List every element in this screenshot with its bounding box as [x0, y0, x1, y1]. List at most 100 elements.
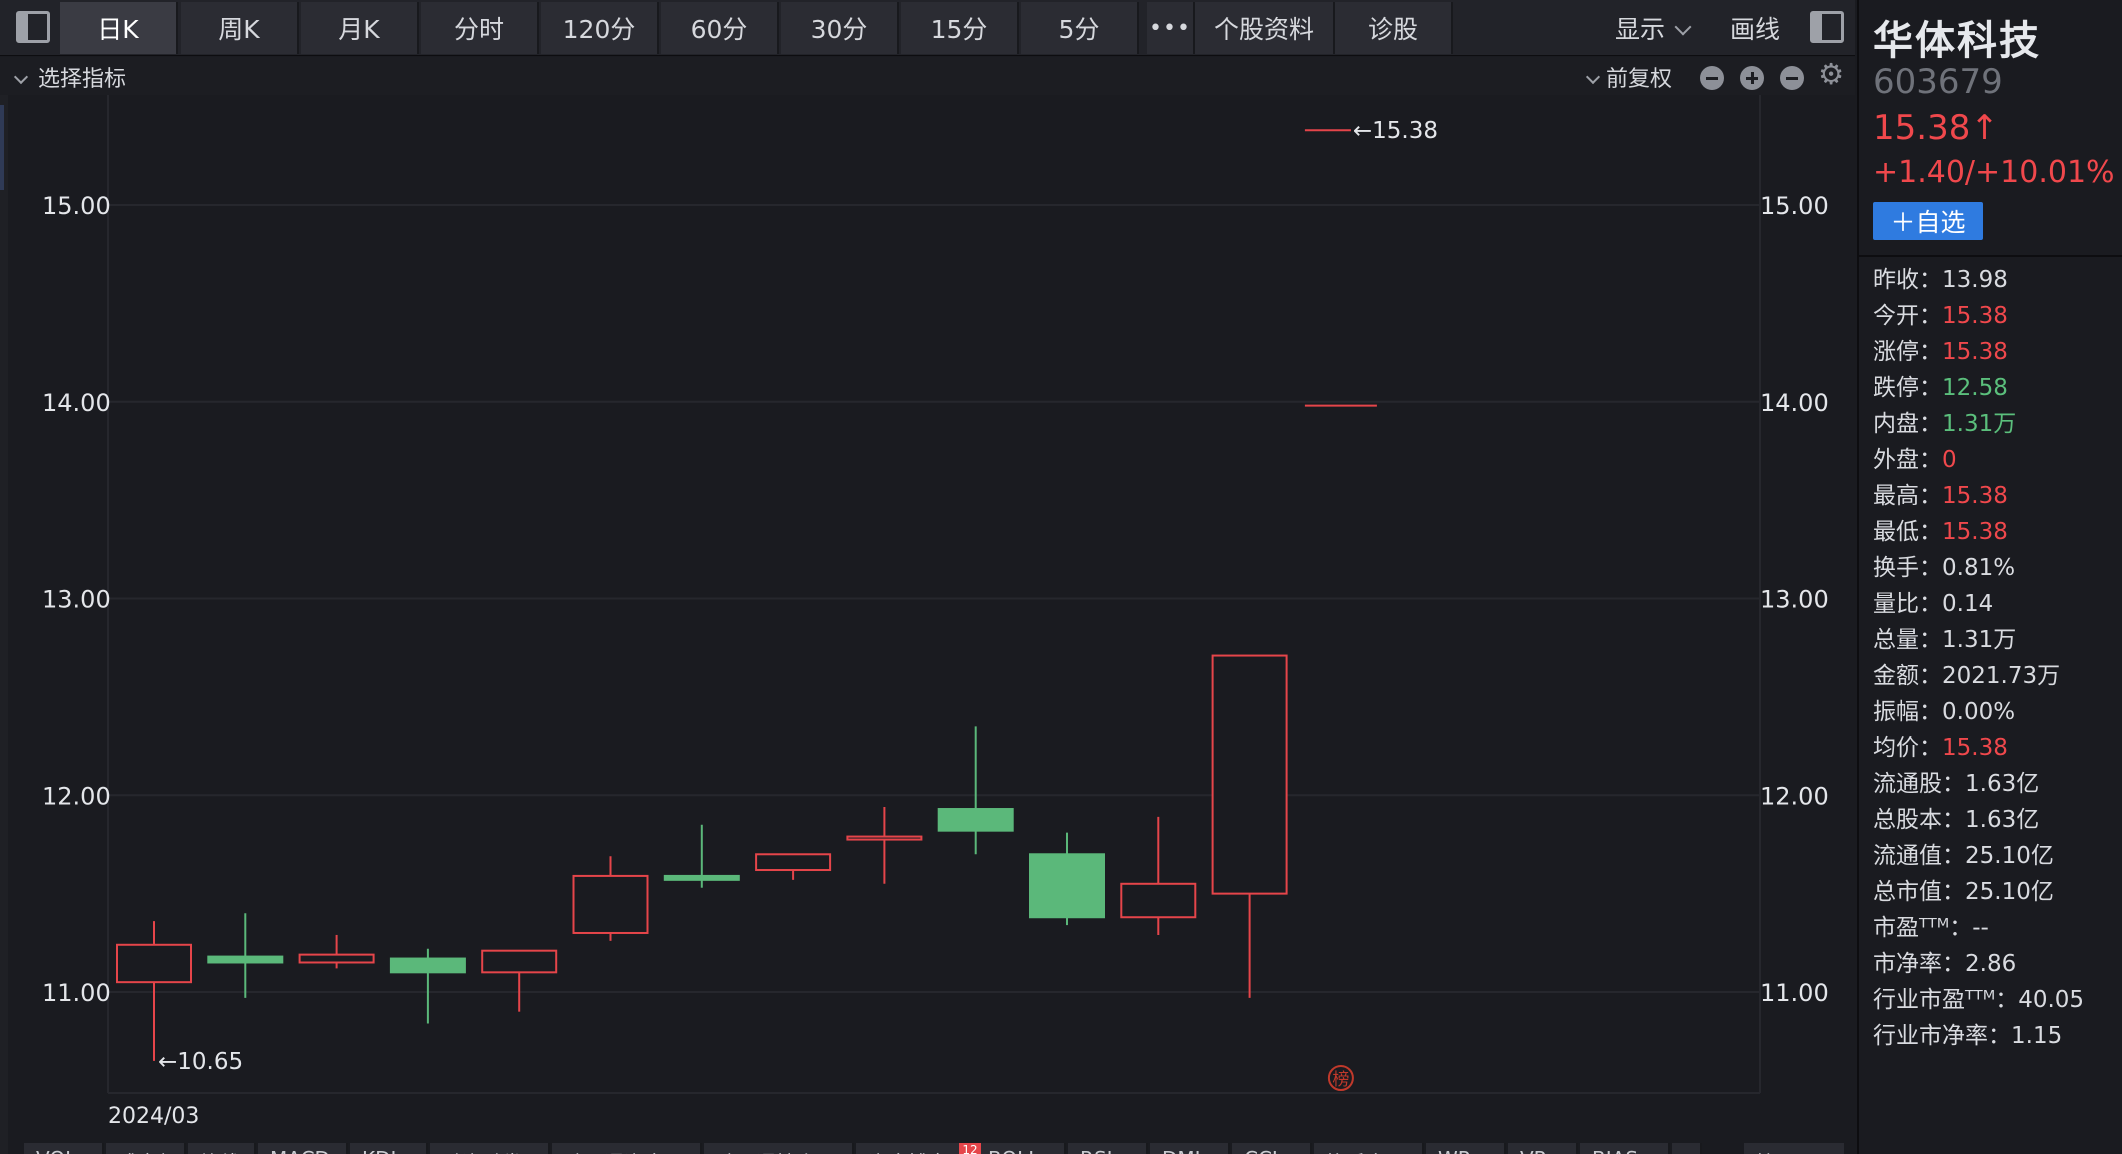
indicator-tab[interactable]: BOLL [976, 1143, 1066, 1154]
quote-label: 流通股： [1873, 771, 1965, 797]
indicator-tab[interactable] [1672, 1143, 1702, 1154]
display-menu[interactable]: 显示 [1615, 10, 1692, 46]
indicator-tab[interactable]: 陆股通持仓 [704, 1143, 854, 1154]
indicator-tab[interactable]: VR [1508, 1143, 1578, 1154]
quote-value: 1.31万 [1942, 627, 2017, 653]
indicator-tab[interactable]: 换手率 [1314, 1143, 1424, 1154]
quote-row: 最低：15.38 [1873, 514, 2122, 550]
quote-row: 最高：15.38 [1873, 478, 2122, 514]
indicator-tab[interactable]: RSI [1068, 1143, 1148, 1154]
stock-change: +1.40/+10.01% [1873, 155, 2115, 190]
indicator-tab[interactable]: 均线 [188, 1143, 256, 1154]
candle-body[interactable] [1120, 882, 1197, 919]
quote-value: 2021.73万 [1942, 663, 2061, 689]
indicator-tab[interactable]: 管理 [1744, 1143, 1844, 1154]
quote-label: 市盈ᵀᵀᴹ： [1873, 915, 1973, 941]
quote-label: 内盘： [1873, 411, 1942, 437]
quote-label: 外盘： [1873, 447, 1942, 473]
stock-profile-button[interactable]: 个股资料 [1195, 2, 1335, 54]
indicator-tab[interactable]: CCI [1232, 1143, 1312, 1154]
indicator-tab[interactable]: MACD [258, 1143, 348, 1154]
candlestick-chart[interactable]: 15.00 15.00 14.00 14.00 13.00 13.00 12.00 12.00… [0, 95, 1855, 1140]
quote-value: 0.00% [1942, 699, 2016, 725]
quote-row: 量比：0.14 [1873, 586, 2122, 622]
candle-body[interactable] [1211, 654, 1288, 895]
diagnose-button[interactable]: 诊股 [1335, 2, 1453, 54]
indicator-tab[interactable]: 资金博弈 [856, 1143, 974, 1154]
quote-value: 25.10亿 [1965, 843, 2054, 869]
indicator-tab[interactable]: BIAS [1580, 1143, 1670, 1154]
candle-body[interactable] [937, 808, 1014, 832]
y-tick-label-right: 15.00 [1760, 192, 1829, 220]
indicator-tab[interactable]: WR [1426, 1143, 1506, 1154]
y-tick-label-right: 14.00 [1760, 389, 1829, 417]
quote-label: 最低： [1873, 519, 1942, 545]
period-tab[interactable]: 分时 [421, 2, 539, 54]
period-tab[interactable]: 月K [301, 2, 419, 54]
candle-body[interactable] [755, 853, 832, 872]
candle-body[interactable] [389, 957, 466, 974]
quote-label: 涨停： [1873, 339, 1942, 365]
quote-value: -- [1972, 915, 1989, 941]
quote-value: 15.38 [1942, 339, 2008, 365]
gear-icon[interactable]: ⚙ [1818, 60, 1844, 89]
chart-background [8, 95, 1855, 1140]
indicator-bar: 选择指标 前复权 [0, 57, 1855, 95]
quote-row: 市净率：2.86 [1873, 946, 2122, 982]
quote-value: 25.10亿 [1965, 879, 2054, 905]
quote-label: 均价： [1873, 735, 1942, 761]
left-panel-toggle-icon[interactable] [16, 11, 50, 43]
candle-body[interactable] [207, 955, 284, 964]
candle-body[interactable] [663, 874, 740, 881]
quote-value: 15.38 [1942, 519, 2008, 545]
quote-value: 1.63亿 [1965, 771, 2040, 797]
quote-label: 最高： [1873, 483, 1942, 509]
more-periods-button[interactable]: ••• [1147, 2, 1195, 54]
zoom-out-icon[interactable] [1700, 66, 1724, 90]
candle-body[interactable] [846, 835, 923, 841]
period-tab[interactable]: 120分 [541, 2, 659, 54]
candle-body[interactable] [572, 874, 649, 934]
collapse-icon[interactable] [1780, 66, 1804, 90]
period-tab[interactable]: 5分 [1021, 2, 1139, 54]
quote-value: 0 [1942, 447, 1957, 473]
quote-value: 1.63亿 [1965, 807, 2040, 833]
quote-value: 0.81% [1942, 555, 2016, 581]
chevron-down-icon [1585, 69, 1601, 85]
quote-row: 金额：2021.73万 [1873, 658, 2122, 694]
quote-row: 均价：15.38 [1873, 730, 2122, 766]
period-tab[interactable]: 日K [60, 2, 178, 54]
quote-value: 15.38 [1942, 735, 2008, 761]
draw-line-button[interactable]: 画线 [1730, 10, 1780, 46]
candle-body[interactable] [481, 949, 558, 974]
quote-row: 行业市净率：1.15 [1873, 1018, 2122, 1054]
right-panel-toggle-icon[interactable] [1810, 11, 1844, 43]
quote-value: 13.98 [1942, 267, 2008, 293]
period-tab[interactable]: 30分 [781, 2, 899, 54]
quote-label: 总股本： [1873, 807, 1965, 833]
ranking-badge-label: 榜 [1332, 1070, 1349, 1090]
indicator-tab[interactable]: DMI [1150, 1143, 1230, 1154]
indicator-tab[interactable]: KDJ [350, 1143, 428, 1154]
period-tab[interactable]: 周K [181, 2, 299, 54]
period-tab[interactable]: 15分 [901, 2, 1019, 54]
indicator-tab[interactable]: 融资融券 [430, 1143, 550, 1154]
quote-label: 昨收： [1873, 267, 1942, 293]
quote-value: 0.14 [1942, 591, 1994, 617]
quote-value: 2.86 [1965, 951, 2017, 977]
candle-body[interactable] [116, 943, 192, 984]
indicator-tab[interactable]: 成交额 [106, 1143, 186, 1154]
indicator-tab[interactable]: 陆股通资金 [552, 1143, 702, 1154]
y-tick-label-left: 14.00 [42, 389, 111, 417]
zoom-in-icon[interactable] [1740, 66, 1764, 90]
indicator-tab[interactable]: VOL [24, 1143, 104, 1154]
candle-body[interactable] [1029, 853, 1105, 919]
add-to-watchlist-button[interactable]: ＋自选 [1873, 202, 1983, 240]
quote-label: 总市值： [1873, 879, 1965, 905]
select-indicator-dropdown[interactable]: 选择指标 [13, 61, 126, 93]
y-tick-label-left: 13.00 [42, 586, 111, 614]
price-adjust-dropdown[interactable]: 前复权 [1585, 61, 1672, 93]
stock-price: 15.38↑ [1873, 108, 1999, 148]
period-tab[interactable]: 60分 [661, 2, 779, 54]
candle-body[interactable] [298, 953, 375, 964]
